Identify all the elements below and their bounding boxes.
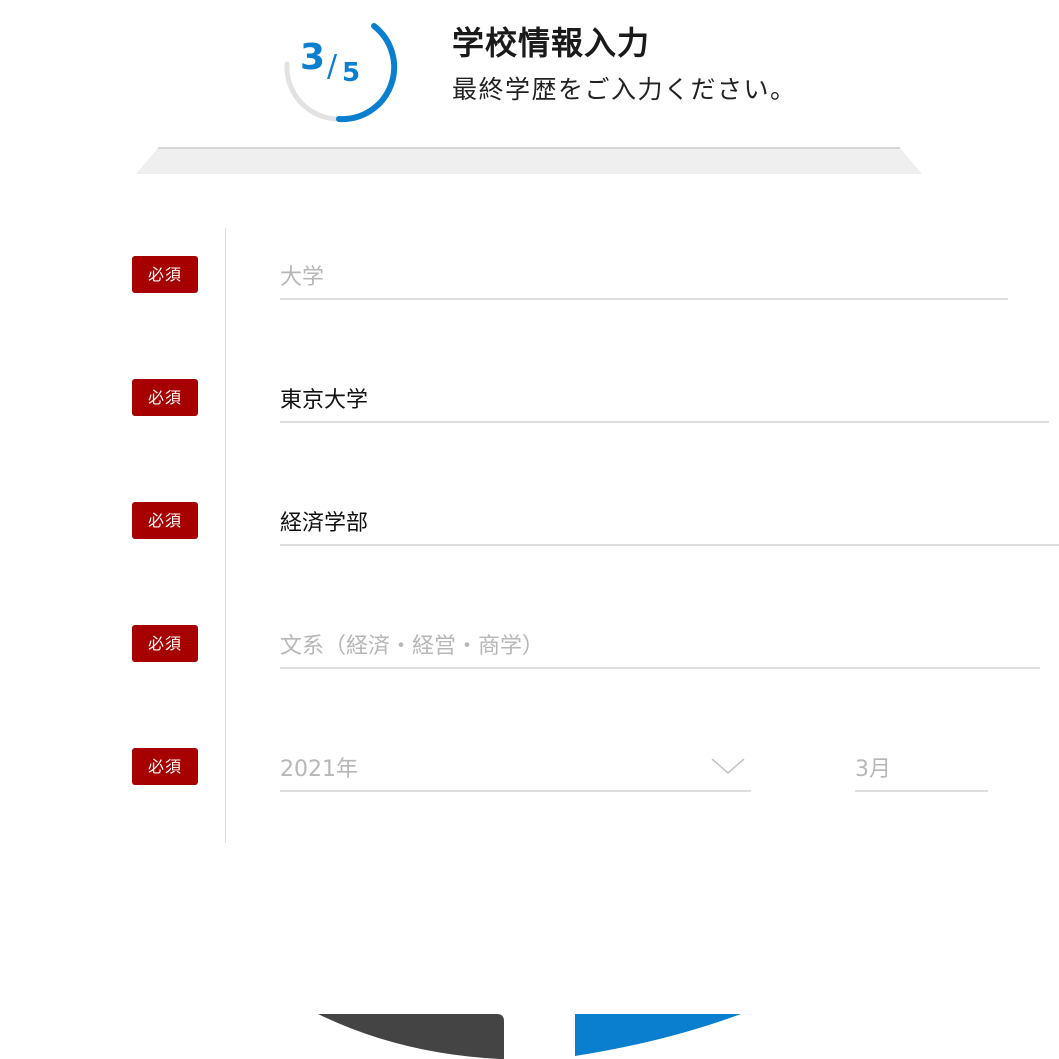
graduation-month-select[interactable]: 3月	[855, 748, 988, 792]
school-name-field[interactable]: 東京大学	[280, 379, 1049, 423]
school-type-field[interactable]: 大学	[280, 256, 1008, 300]
next-button[interactable]	[575, 1014, 745, 1059]
required-badge: 必須	[132, 625, 198, 662]
step-progress-indicator: 3 / 5	[272, 16, 400, 124]
graduation-year-placeholder: 2021年	[280, 757, 358, 782]
graduation-month-placeholder: 3月	[855, 757, 891, 782]
graduation-year-select[interactable]: 2021年	[280, 748, 751, 792]
school-type-placeholder: 大学	[280, 265, 325, 290]
faculty-value: 経済学部	[280, 511, 369, 536]
required-badge: 必須	[132, 256, 198, 293]
form-vertical-divider	[225, 228, 226, 843]
back-button[interactable]	[300, 1014, 505, 1059]
field-of-study-select[interactable]: 文系（経済・経営・商学）	[280, 625, 1040, 669]
page-title: 学校情報入力	[452, 24, 651, 62]
faculty-field[interactable]: 経済学部	[280, 502, 1059, 546]
required-badge: 必須	[132, 748, 198, 785]
next-button-shape	[575, 1014, 741, 1056]
header-divider-shelf	[136, 147, 922, 174]
current-step-number: 3	[300, 37, 326, 78]
back-button-shape	[318, 1014, 504, 1059]
required-badge: 必須	[132, 502, 198, 539]
field-of-study-placeholder: 文系（経済・経営・商学）	[280, 634, 545, 659]
school-name-value: 東京大学	[280, 388, 369, 413]
required-badge: 必須	[132, 379, 198, 416]
page-subtitle: 最終学歴をご入力ください。	[452, 75, 797, 104]
step-separator: /	[327, 49, 338, 84]
total-steps-number: 5	[342, 58, 361, 88]
chevron-down-icon	[711, 758, 745, 774]
